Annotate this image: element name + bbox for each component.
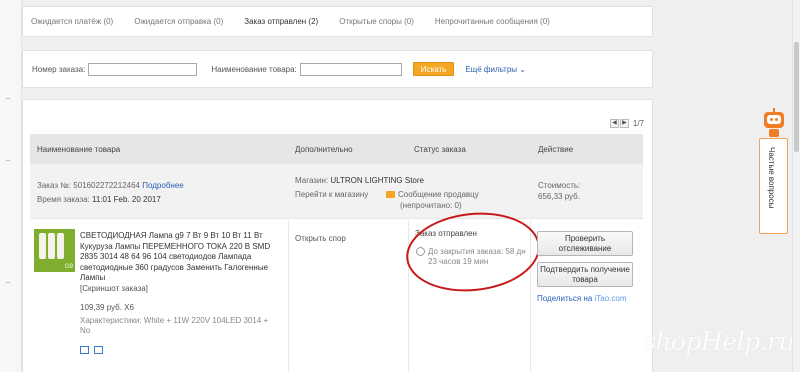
order-number-value: 501602272212464: [73, 181, 140, 190]
store-name: ULTRON LIGHTING Store: [330, 176, 424, 185]
filter-bar: Номер заказа: Наименование товара: Искат…: [22, 50, 653, 88]
next-page-button[interactable]: ▶: [619, 119, 629, 128]
order-cost: 656,33 руб.: [538, 192, 580, 201]
tab-awaiting-shipment[interactable]: Ожидается отправка (0): [134, 17, 223, 26]
chevron-down-icon: ⌄: [519, 64, 526, 74]
robot-eye: [770, 118, 773, 121]
check-tracking-button[interactable]: Проверить отслеживание: [537, 231, 633, 256]
tab-shipped[interactable]: Заказ отправлен (2): [244, 17, 318, 26]
tab-awaiting-payment[interactable]: Ожидается платёж (0): [31, 17, 113, 26]
margin-tick: [6, 160, 10, 161]
order-number-label: Заказ №:: [37, 181, 72, 190]
product-name-label: Наименование товара:: [211, 64, 297, 74]
bulb-image: [48, 233, 55, 259]
more-filters-link[interactable]: Ещё фильтры ⌄: [465, 65, 526, 74]
shipping-icon[interactable]: [80, 346, 89, 354]
order-number: Заказ №: 501602272212464 Подробнее: [37, 181, 184, 190]
header-status: Статус заказа: [414, 145, 466, 154]
column-divider: [408, 220, 409, 372]
order-details-link[interactable]: Подробнее: [142, 181, 184, 190]
order-summary-row: Заказ №: 501602272212464 Подробнее Время…: [30, 164, 643, 219]
product-thumbnail[interactable]: G9: [34, 229, 75, 272]
robot-body: [769, 129, 779, 137]
margin-tick: [6, 98, 10, 99]
order-time: Время заказа: 11:01 Feb. 20 2017: [37, 195, 161, 204]
thumb-badge: G9: [64, 264, 73, 270]
table-header: Наименование товара Дополнительно Статус…: [30, 134, 643, 164]
cost-label: Стоимость:: [538, 181, 581, 190]
page-indicator: 1/7: [632, 119, 644, 128]
order-status-tabs: Ожидается платёж (0) Ожидается отправка …: [22, 6, 653, 37]
item-characteristics: Характеристики: White + 11W 220V 104LED …: [80, 316, 269, 335]
left-margin: [0, 0, 22, 372]
margin-tick: [6, 282, 10, 283]
order-time-label: Время заказа:: [37, 195, 90, 204]
message-seller-label: Сообщение продавцу: [398, 190, 479, 199]
order-status: Заказ отправлен: [415, 229, 477, 238]
share-link[interactable]: Поделиться на iTao.com: [537, 294, 627, 303]
header-extra: Дополнительно: [295, 145, 353, 154]
order-snapshot-link[interactable]: [Скриншот заказа]: [80, 284, 148, 293]
share-site: iTao.com: [594, 294, 627, 303]
order-number-label: Номер заказа:: [32, 64, 86, 74]
box-icon[interactable]: [94, 346, 103, 354]
go-to-store-link[interactable]: Перейти к магазину: [295, 190, 368, 199]
tab-open-disputes[interactable]: Открытые споры (0): [339, 17, 414, 26]
faq-label: Частые вопросы: [767, 147, 776, 209]
more-filters-label: Ещё фильтры: [465, 64, 518, 74]
prev-page-button[interactable]: ◀: [609, 119, 619, 128]
item-price-qty: 109,39 руб. X6: [80, 303, 134, 312]
bulb-image: [39, 233, 46, 259]
header-action: Действие: [538, 145, 574, 154]
mail-icon: [386, 191, 395, 198]
column-divider: [288, 220, 289, 372]
column-divider: [530, 220, 531, 372]
open-dispute-link[interactable]: Открыть спор: [295, 234, 346, 243]
scrollbar-thumb[interactable]: [794, 42, 799, 152]
order-time-value: 11:01 Feb. 20 2017: [92, 195, 161, 204]
order-number-input[interactable]: [88, 62, 198, 76]
watermark: shopHelp.ru: [643, 327, 795, 356]
confirm-receipt-button[interactable]: Подтвердить получение товара: [537, 262, 633, 287]
clock-icon: [416, 247, 425, 256]
tab-unread-messages[interactable]: Непрочитанные сообщения (0): [435, 17, 550, 26]
product-title-link[interactable]: СВЕТОДИОДНАЯ Лампа g9 7 Вт 9 Вт 10 Вт 11…: [80, 231, 276, 284]
store: Магазин: ULTRON LIGHTING Store: [295, 176, 424, 185]
robot-eye: [775, 118, 778, 121]
bulb-image: [57, 233, 64, 259]
header-product: Наименование товара: [37, 145, 121, 154]
pager: ◀ ▶ 1/7: [609, 119, 644, 128]
share-prefix: Поделиться на: [537, 294, 593, 303]
message-seller-link[interactable]: Сообщение продавцу: [386, 190, 479, 199]
faq-side-tab[interactable]: Частые вопросы: [759, 138, 788, 234]
unread-count: (непрочитано: 0): [400, 201, 462, 210]
robot-icon[interactable]: [761, 108, 787, 138]
order-close-countdown: До закрытия заказа: 58 дн 23 часов 19 ми…: [428, 247, 526, 266]
search-button[interactable]: Искать: [412, 62, 455, 76]
store-label: Магазин:: [295, 176, 329, 185]
product-name-input[interactable]: [299, 62, 402, 76]
